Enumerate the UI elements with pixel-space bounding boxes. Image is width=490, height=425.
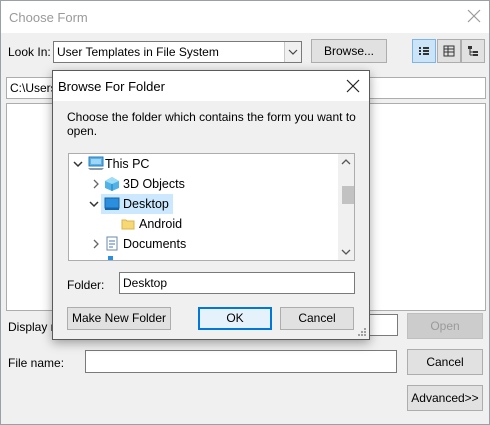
advanced-button[interactable]: Advanced>> [407, 385, 483, 411]
look-in-dropdown[interactable]: User Templates in File System [53, 41, 302, 63]
3d-objects-icon [105, 177, 119, 191]
view-list-button[interactable] [412, 39, 436, 63]
display-name-label: Display n [8, 320, 58, 334]
scroll-up-icon[interactable] [341, 158, 351, 166]
chevron-right-icon[interactable] [91, 239, 101, 249]
instruction-text: Choose the folder which contains the for… [67, 110, 356, 138]
folder-icon [121, 219, 135, 230]
browse-folder-titlebar: Browse For Folder [53, 71, 369, 101]
close-icon[interactable] [464, 6, 484, 26]
tree-item-desktop[interactable]: Desktop [69, 194, 337, 214]
open-button[interactable]: Open [407, 313, 483, 339]
tree-label-android: Android [139, 217, 183, 231]
list-view-icon [419, 47, 429, 55]
chevron-right-icon[interactable] [91, 179, 101, 189]
chevron-down-icon[interactable] [89, 199, 99, 209]
tree-label-desktop: Desktop [123, 197, 169, 211]
file-name-label: File name: [8, 356, 65, 370]
scroll-down-icon[interactable] [341, 248, 351, 256]
tree-view-icon [468, 46, 478, 56]
browse-folder-dialog: Browse For Folder Choose the folder whic… [52, 70, 370, 340]
details-view-icon [443, 45, 455, 57]
chevron-down-icon [288, 49, 298, 55]
close-icon[interactable] [343, 76, 363, 96]
tree-item-documents[interactable]: Documents [69, 234, 337, 254]
desktop-icon [104, 197, 120, 210]
scrollbar-thumb[interactable] [342, 186, 354, 204]
tree-label-this-pc: This PC [105, 157, 150, 171]
folder-label: Folder: [67, 278, 105, 292]
resize-grip-icon[interactable] [356, 326, 367, 337]
cancel-button[interactable]: Cancel [407, 349, 483, 375]
tree-item-3d-objects[interactable]: 3D Objects [69, 174, 337, 194]
view-tree-button[interactable] [461, 39, 485, 63]
tree-label-documents: Documents [123, 237, 187, 251]
browse-button[interactable]: Browse... [311, 39, 387, 63]
view-details-button[interactable] [437, 39, 461, 63]
choose-form-titlebar: Choose Form [1, 1, 489, 33]
vertical-scrollbar[interactable] [338, 154, 354, 260]
cancel-button[interactable]: Cancel [280, 307, 354, 330]
choose-form-title: Choose Form [9, 10, 88, 25]
documents-icon [106, 236, 118, 251]
tree-label-3d-objects: 3D Objects [123, 177, 185, 191]
partial-folder-icon [108, 256, 113, 260]
dropdown-arrow[interactable] [284, 42, 301, 62]
file-name-input[interactable] [85, 350, 397, 373]
folder-value: Desktop [123, 276, 168, 290]
look-in-label: Look In: [8, 45, 51, 59]
browse-folder-title: Browse For Folder [58, 79, 165, 94]
make-new-folder-button[interactable]: Make New Folder [67, 307, 171, 330]
tree-item-android[interactable]: Android [69, 214, 337, 234]
ok-button[interactable]: OK [198, 307, 272, 330]
chevron-down-icon[interactable] [73, 159, 83, 169]
folder-input[interactable]: Desktop [119, 272, 355, 294]
folder-tree[interactable]: This PC 3D Objects Desktop Android Docum… [68, 153, 355, 261]
computer-icon [88, 156, 104, 170]
look-in-value: User Templates in File System [57, 45, 219, 59]
display-name-input[interactable] [369, 314, 398, 336]
tree-item-this-pc[interactable]: This PC [69, 154, 337, 174]
